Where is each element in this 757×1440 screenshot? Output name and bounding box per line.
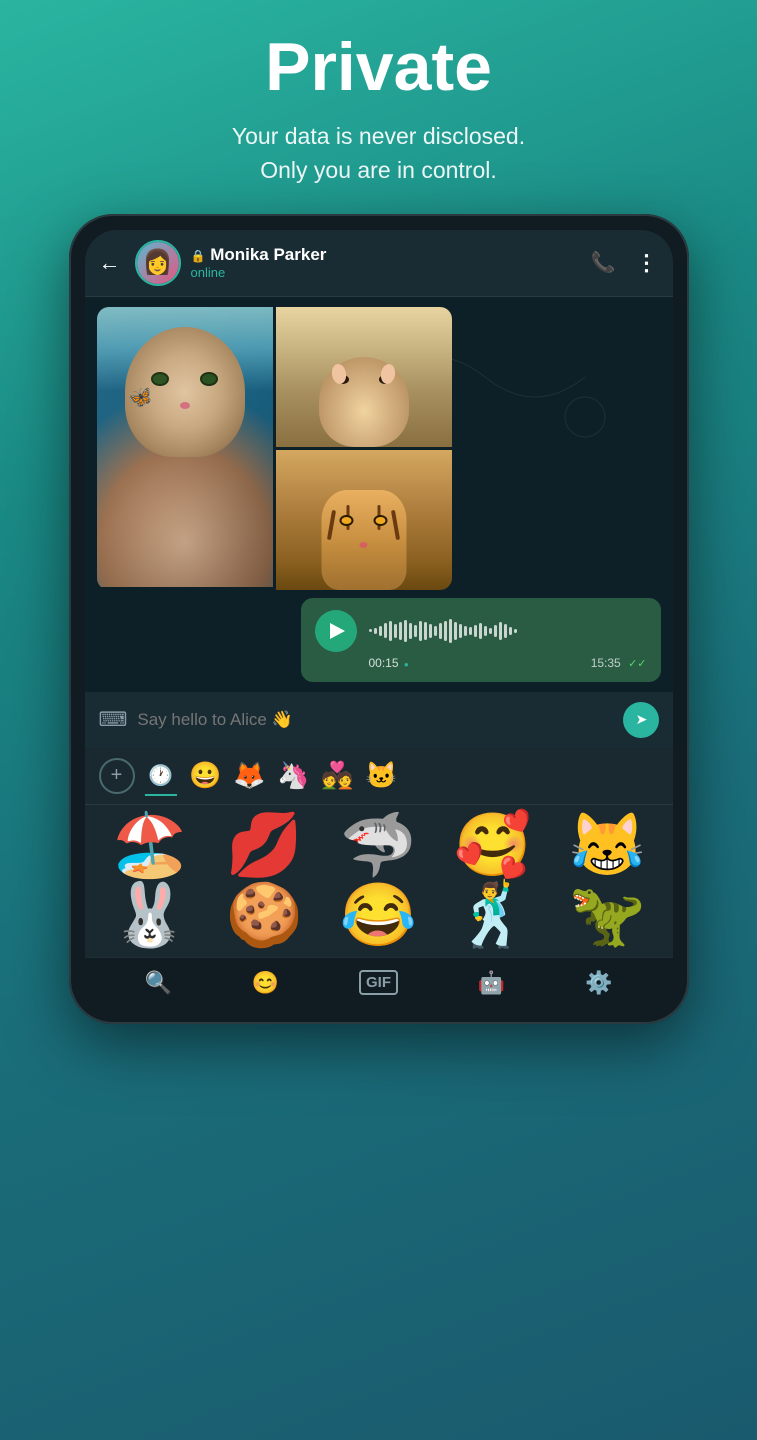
sticker-dino[interactable]: 🦖: [569, 885, 646, 947]
hamster-photo: [276, 307, 452, 447]
phone-outer: ← 👩 🔒 Monika Parker online 📞 ⋮: [69, 214, 689, 1024]
voice-duration: 00:15 ●: [369, 656, 409, 670]
keyboard-icon[interactable]: ⌨: [99, 707, 128, 732]
sticker-pack-1[interactable]: 😀: [187, 757, 225, 795]
header-section: Private Your data is never disclosed. On…: [192, 0, 565, 204]
contact-info: 🔒 Monika Parker online: [191, 245, 581, 280]
sticker-hearts[interactable]: 🥰: [454, 815, 531, 877]
chat-header: ← 👩 🔒 Monika Parker online 📞 ⋮: [85, 230, 673, 297]
input-bar: ⌨ ➤: [85, 692, 673, 748]
sticker-grid-row2: 🐰 🍪 😂 🕺 🦖: [85, 881, 673, 957]
voice-time: 15:35 ✓✓: [591, 656, 647, 670]
sticker-bunny[interactable]: 🐰: [111, 885, 188, 947]
sticker-cookie[interactable]: 🍪: [225, 885, 302, 947]
phone-screen: ← 👩 🔒 Monika Parker online 📞 ⋮: [85, 230, 673, 1008]
sticker-shark[interactable]: 🦈: [340, 815, 417, 877]
call-icon[interactable]: 📞: [591, 250, 616, 275]
voice-message-bubble: 00:15 ● 15:35 ✓✓: [301, 598, 661, 682]
page-title: Private: [232, 30, 525, 105]
gif-nav-button[interactable]: GIF: [359, 970, 398, 995]
waveform: [369, 617, 647, 645]
settings-nav-icon[interactable]: ⚙️: [585, 970, 612, 996]
sticker-pack-4[interactable]: 💑: [319, 757, 357, 795]
sticker-kiss[interactable]: 💋: [225, 815, 302, 877]
sticker-pack-3[interactable]: 🦄: [275, 757, 313, 795]
contact-status: online: [191, 265, 581, 280]
back-button[interactable]: ←: [99, 250, 121, 276]
sticker-couple[interactable]: 🕺: [454, 885, 531, 947]
message-input[interactable]: [137, 710, 612, 730]
bottom-nav: 🔍 😊 GIF 🤖 ⚙️: [85, 957, 673, 1008]
send-button[interactable]: ➤: [623, 702, 659, 738]
sticker-laughing[interactable]: 😂: [340, 885, 417, 947]
tiger-photo: [276, 450, 452, 590]
sticker-grid-row1: 🏖️ 💋 🦈 🥰 😹: [85, 805, 673, 881]
sticker-pack-2[interactable]: 🦊: [231, 757, 269, 795]
photo-grid: 🦋: [97, 307, 452, 590]
send-icon: ➤: [636, 711, 648, 728]
sticker-tabs-bar: + 🕐 😀 🦊 🦄 💑 🐱: [85, 748, 673, 805]
menu-icon[interactable]: ⋮: [636, 250, 659, 276]
chat-area: 🦋: [85, 297, 673, 692]
cat-photo: 🦋: [97, 307, 273, 590]
sticker-cat-laugh[interactable]: 😹: [569, 815, 646, 877]
emoji-nav-icon[interactable]: 😊: [252, 970, 279, 996]
recent-stickers-tab[interactable]: 🕐: [141, 756, 181, 796]
page-subtitle: Your data is never disclosed. Only you a…: [232, 119, 525, 188]
play-button[interactable]: [315, 610, 357, 652]
contact-name: 🔒 Monika Parker: [191, 245, 581, 265]
sticker-panel: + 🕐 😀 🦊 🦄 💑 🐱 🏖️ 💋 🦈 🥰: [85, 748, 673, 957]
avatar: 👩: [135, 240, 181, 286]
sticker-beach[interactable]: 🏖️: [111, 815, 188, 877]
sticker-nav-icon[interactable]: 🤖: [478, 970, 505, 996]
header-actions: 📞 ⋮: [591, 250, 659, 276]
phone-wrapper: ← 👩 🔒 Monika Parker online 📞 ⋮: [69, 214, 689, 1024]
add-sticker-button[interactable]: +: [99, 758, 135, 794]
sticker-pack-5[interactable]: 🐱: [363, 757, 401, 795]
search-nav-icon[interactable]: 🔍: [144, 970, 171, 996]
